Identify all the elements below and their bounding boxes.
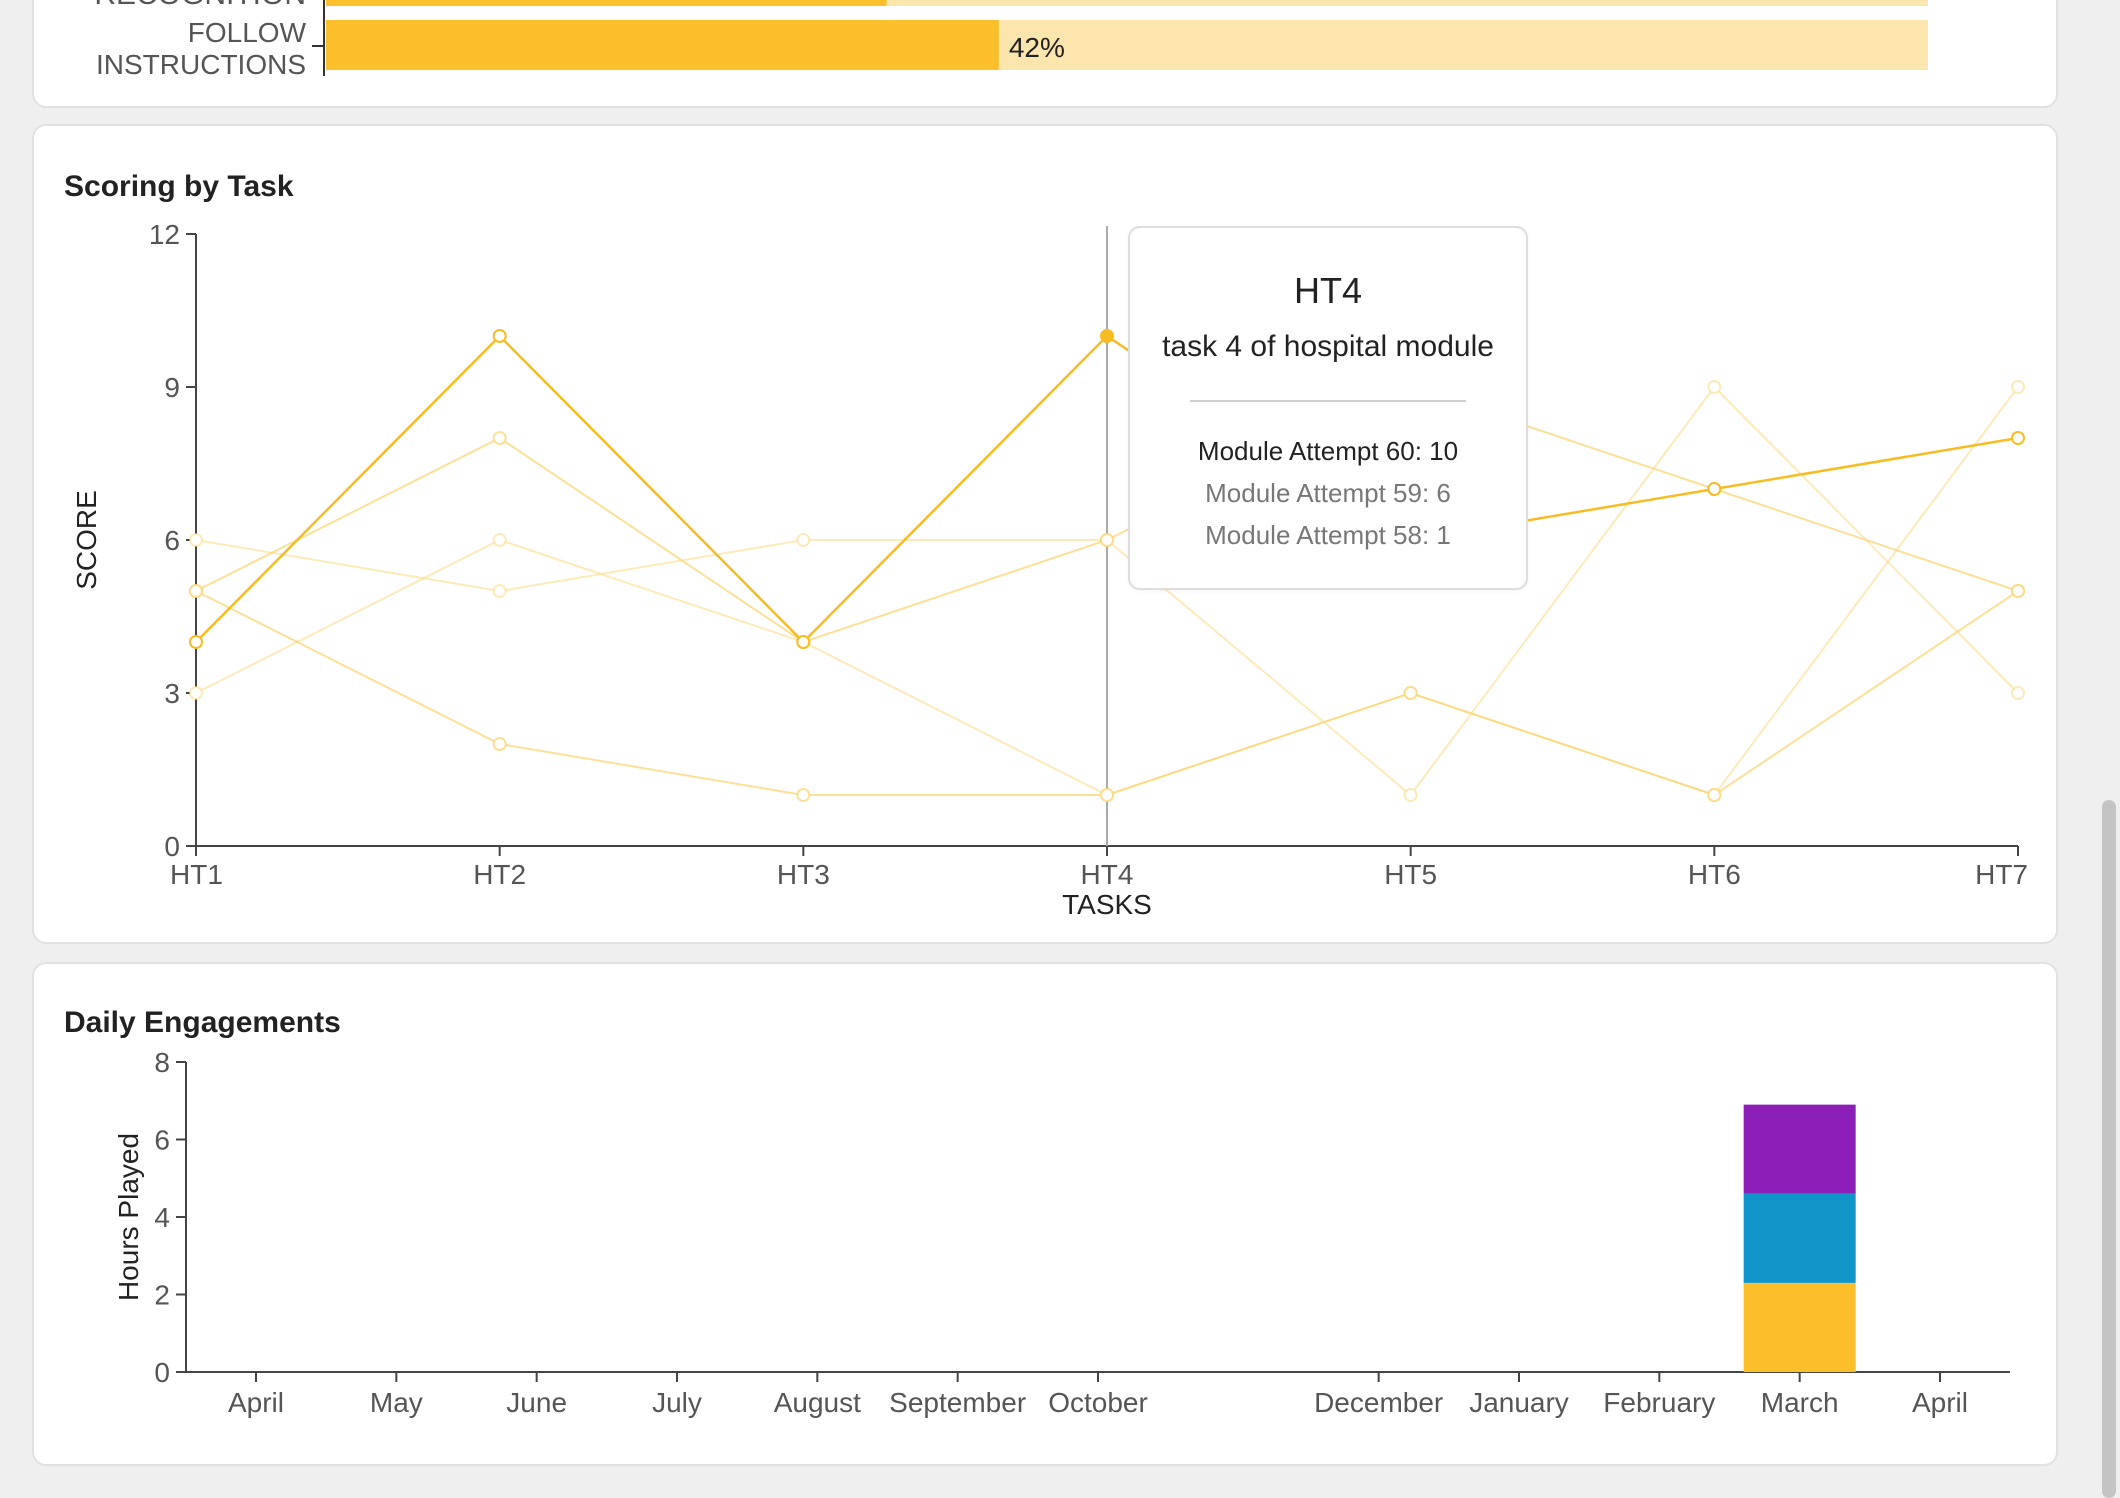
x-tick-label: August — [774, 1387, 861, 1418]
data-point — [796, 788, 811, 802]
engagement-card: Daily Engagements 0 2 4 6 8 April May June July A… — [32, 962, 2058, 1466]
data-point — [1707, 380, 1722, 394]
data-point — [796, 533, 811, 547]
data-point — [492, 431, 507, 445]
data-point — [1100, 329, 1114, 343]
skill-value-label: 42% — [1009, 32, 1065, 63]
x-tick-label: May — [370, 1387, 423, 1418]
y-tick-label: 8 — [154, 1047, 170, 1078]
y-axis-label: SCORE — [71, 490, 102, 590]
skill-label: RECOGNITION — [94, 0, 306, 11]
y-tick-label: 6 — [164, 525, 180, 556]
data-point — [1403, 788, 1418, 802]
x-tick-label: HT4 — [1081, 859, 1134, 890]
x-tick-label: October — [1048, 1387, 1148, 1418]
data-point — [1403, 686, 1418, 700]
y-tick-label: 0 — [154, 1357, 170, 1388]
data-point — [1707, 788, 1722, 802]
tooltip-row: Module Attempt 60: 10 — [1197, 436, 1459, 466]
x-tick-label: September — [889, 1387, 1026, 1418]
skills-card: RECOGNITION FOLLOWINSTRUCTIONS 42% — [32, 0, 2058, 108]
skill-label: INSTRUCTIONS — [96, 49, 306, 80]
tooltip-subtitle: task 4 of hospital module — [1162, 330, 1494, 363]
x-tick-label: July — [652, 1387, 702, 1418]
data-point — [492, 533, 507, 547]
x-axis-label: TASKS — [1062, 889, 1152, 920]
data-point — [2011, 431, 2025, 445]
x-tick-label: HT6 — [1688, 859, 1741, 890]
chart-tooltip: HT4 task 4 of hospital module Module Att… — [1128, 226, 1528, 590]
page-scrollbar[interactable] — [2098, 0, 2120, 1498]
x-tick-label: HT5 — [1384, 859, 1437, 890]
tooltip-title: HT4 — [1293, 270, 1362, 311]
data-point — [1707, 482, 1722, 496]
y-tick-label: 3 — [164, 678, 180, 709]
y-tick-label: 12 — [149, 219, 180, 250]
data-point — [2011, 584, 2025, 598]
x-tick-label: June — [506, 1387, 567, 1418]
skill-bar-fill — [326, 0, 887, 6]
skill-label: FOLLOW — [188, 17, 307, 48]
y-axis-label: Hours Played — [113, 1133, 144, 1301]
data-point — [492, 737, 507, 751]
x-tick-label: April — [228, 1387, 284, 1418]
y-tick-label: 6 — [154, 1125, 170, 1156]
scoring-card: Scoring by Task 0 3 6 9 12 HT1 HT2 HT3 HT4 HT5 HT6… — [32, 124, 2058, 944]
data-point — [2011, 380, 2025, 394]
y-tick-label: 0 — [164, 831, 180, 862]
y-tick-label: 2 — [154, 1280, 170, 1311]
x-tick-label: HT2 — [473, 859, 526, 890]
data-point — [189, 635, 203, 649]
data-point — [1100, 533, 1114, 547]
tooltip-row: Module Attempt 58: 1 — [1205, 520, 1451, 550]
y-tick-label: 4 — [154, 1202, 170, 1233]
x-tick-label: HT7 — [1975, 859, 2028, 890]
x-tick-label: December — [1314, 1387, 1443, 1418]
data-point — [796, 635, 811, 649]
data-point — [189, 584, 203, 598]
data-point — [189, 686, 203, 700]
x-tick-label: January — [1469, 1387, 1569, 1418]
stacked-bar-segment — [1743, 1193, 1856, 1283]
x-tick-label: HT1 — [170, 859, 223, 890]
scoring-line-chart[interactable]: 0 3 6 9 12 HT1 HT2 HT3 HT4 HT5 HT6 HT7 TASKS SCORE — [34, 126, 2060, 946]
y-tick-label: 9 — [164, 372, 180, 403]
tooltip-row: Module Attempt 59: 6 — [1205, 478, 1451, 508]
skills-bar-chart: RECOGNITION FOLLOWINSTRUCTIONS 42% — [94, 0, 1928, 80]
x-tick-label: HT3 — [777, 859, 830, 890]
skill-bar-fill — [326, 20, 999, 70]
tooltip-divider — [1190, 400, 1466, 402]
x-tick-label: February — [1603, 1387, 1715, 1418]
x-tick-label: April — [1912, 1387, 1968, 1418]
data-point — [189, 533, 203, 547]
data-point — [492, 329, 507, 343]
engagement-bar-chart[interactable]: 0 2 4 6 8 April May June July August September Octo… — [34, 964, 2060, 1468]
stacked-bar-segment — [1743, 1104, 1856, 1194]
x-tick-label: March — [1761, 1387, 1839, 1418]
scrollbar-thumb[interactable] — [2102, 800, 2116, 1498]
data-point — [1100, 788, 1114, 802]
data-point — [2011, 686, 2025, 700]
data-point — [492, 584, 507, 598]
stacked-bar-segment — [1743, 1282, 1856, 1372]
